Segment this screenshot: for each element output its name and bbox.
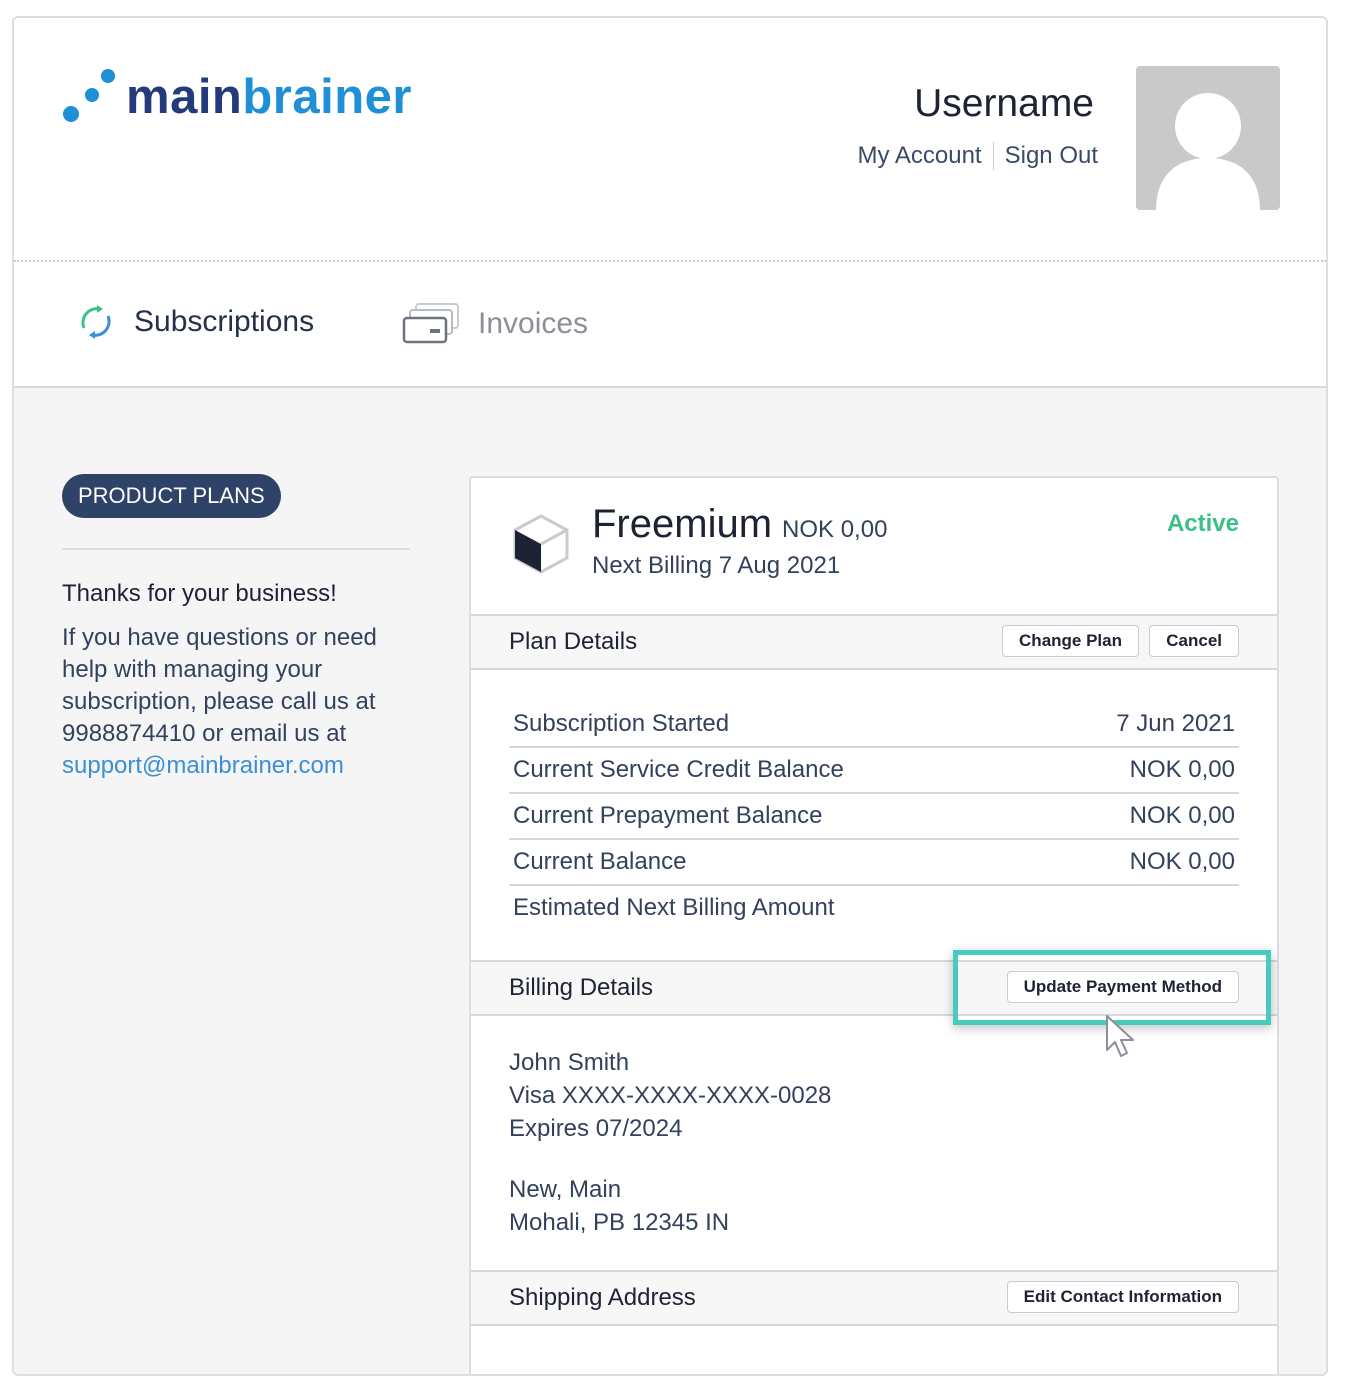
page-header: mainbrainer Username My Account Sign Out — [14, 18, 1326, 262]
shipping-address-title: Shipping Address — [509, 1284, 696, 1311]
billing-details-bar: Billing Details Update Payment Method — [471, 960, 1277, 1016]
plan-details-title: Plan Details — [509, 628, 638, 655]
tab-subscriptions-label: Subscriptions — [134, 305, 315, 338]
shipping-address-bar: Shipping Address Edit Contact Informatio… — [471, 1270, 1277, 1326]
row-label: Current Balance — [513, 848, 687, 875]
portal-frame: mainbrainer Username My Account Sign Out… — [12, 16, 1328, 1376]
sidebar-divider — [62, 548, 410, 550]
refresh-cycle-icon — [81, 305, 111, 339]
row-value: 7 Jun 2021 — [1116, 710, 1235, 737]
row-label: Current Service Credit Balance — [513, 756, 844, 783]
plan-details-table: Subscription Started 7 Jun 2021 Current … — [509, 702, 1239, 930]
billing-name: John Smith — [509, 1049, 630, 1076]
thanks-message: Thanks for your business! — [62, 580, 337, 607]
billing-info: John Smith Visa XXXX-XXXX-XXXX-0028 Expi… — [509, 1046, 831, 1239]
cards-stack-icon — [402, 303, 459, 344]
help-message: If you have questions or need help with … — [62, 624, 377, 747]
table-row: Current Balance NOK 0,00 — [509, 840, 1239, 886]
my-account-link[interactable]: My Account — [858, 142, 982, 170]
logo-text-brainer: brainer — [242, 70, 412, 124]
support-email-link[interactable]: support@mainbrainer.com — [62, 750, 402, 782]
billing-expires: Expires 07/2024 — [509, 1115, 683, 1142]
billing-address-line2: Mohali, PB 12345 IN — [509, 1209, 730, 1236]
mouse-pointer-icon — [1106, 1015, 1134, 1057]
row-value: NOK 0,00 — [1129, 848, 1235, 875]
subscription-card: Freemium NOK 0,00 Next Billing 7 Aug 2021… — [469, 476, 1279, 1374]
table-row: Current Prepayment Balance NOK 0,00 — [509, 794, 1239, 840]
plan-price: NOK 0,00 — [782, 516, 888, 543]
account-links: My Account Sign Out — [858, 142, 1098, 170]
plan-header: Freemium NOK 0,00 Next Billing 7 Aug 2021… — [471, 478, 1277, 618]
tab-invoices[interactable]: Invoices — [402, 302, 588, 346]
plan-name: Freemium NOK 0,00 — [592, 502, 887, 547]
help-text: If you have questions or need help with … — [62, 622, 402, 782]
avatar[interactable] — [1136, 66, 1280, 210]
tab-invoices-label: Invoices — [478, 307, 589, 340]
logo-dots-icon — [63, 69, 115, 122]
plan-details-bar: Plan Details Change Plan Cancel — [471, 614, 1277, 670]
tab-subscriptions[interactable]: Subscriptions — [76, 302, 314, 342]
table-row: Subscription Started 7 Jun 2021 — [509, 702, 1239, 748]
billing-address-line1: New, Main — [509, 1176, 622, 1203]
cancel-button[interactable]: Cancel — [1149, 625, 1239, 657]
username: Username — [914, 82, 1094, 125]
table-row: Estimated Next Billing Amount — [509, 886, 1239, 930]
logo-text-main: main — [126, 70, 243, 124]
user-avatar-icon — [1156, 93, 1260, 210]
link-separator — [992, 142, 994, 170]
mainbrainer-logo[interactable]: mainbrainer — [62, 66, 462, 126]
box-cube-icon — [513, 514, 569, 574]
row-label: Estimated Next Billing Amount — [513, 894, 835, 921]
update-payment-method-button[interactable]: Update Payment Method — [1006, 971, 1239, 1003]
tab-bar: Subscriptions Invoices — [14, 262, 1326, 388]
row-label: Current Prepayment Balance — [513, 802, 823, 829]
status-badge: Active — [1166, 510, 1239, 537]
row-value: NOK 0,00 — [1129, 756, 1235, 783]
change-plan-button[interactable]: Change Plan — [1002, 625, 1139, 657]
table-row: Current Service Credit Balance NOK 0,00 — [509, 748, 1239, 794]
sign-out-link[interactable]: Sign Out — [1005, 142, 1098, 170]
edit-contact-information-button[interactable]: Edit Contact Information — [1006, 1281, 1239, 1313]
row-value: NOK 0,00 — [1129, 802, 1235, 829]
billing-card: Visa XXXX-XXXX-XXXX-0028 — [509, 1082, 832, 1109]
row-label: Subscription Started — [513, 710, 730, 737]
billing-details-title: Billing Details — [509, 974, 654, 1001]
next-billing: Next Billing 7 Aug 2021 — [592, 552, 841, 579]
billing-spacer — [509, 1145, 831, 1173]
logo-wordmark: mainbrainer — [126, 69, 412, 125]
product-plans-button[interactable]: PRODUCT PLANS — [62, 474, 281, 518]
plan-name-text: Freemium — [592, 502, 773, 546]
